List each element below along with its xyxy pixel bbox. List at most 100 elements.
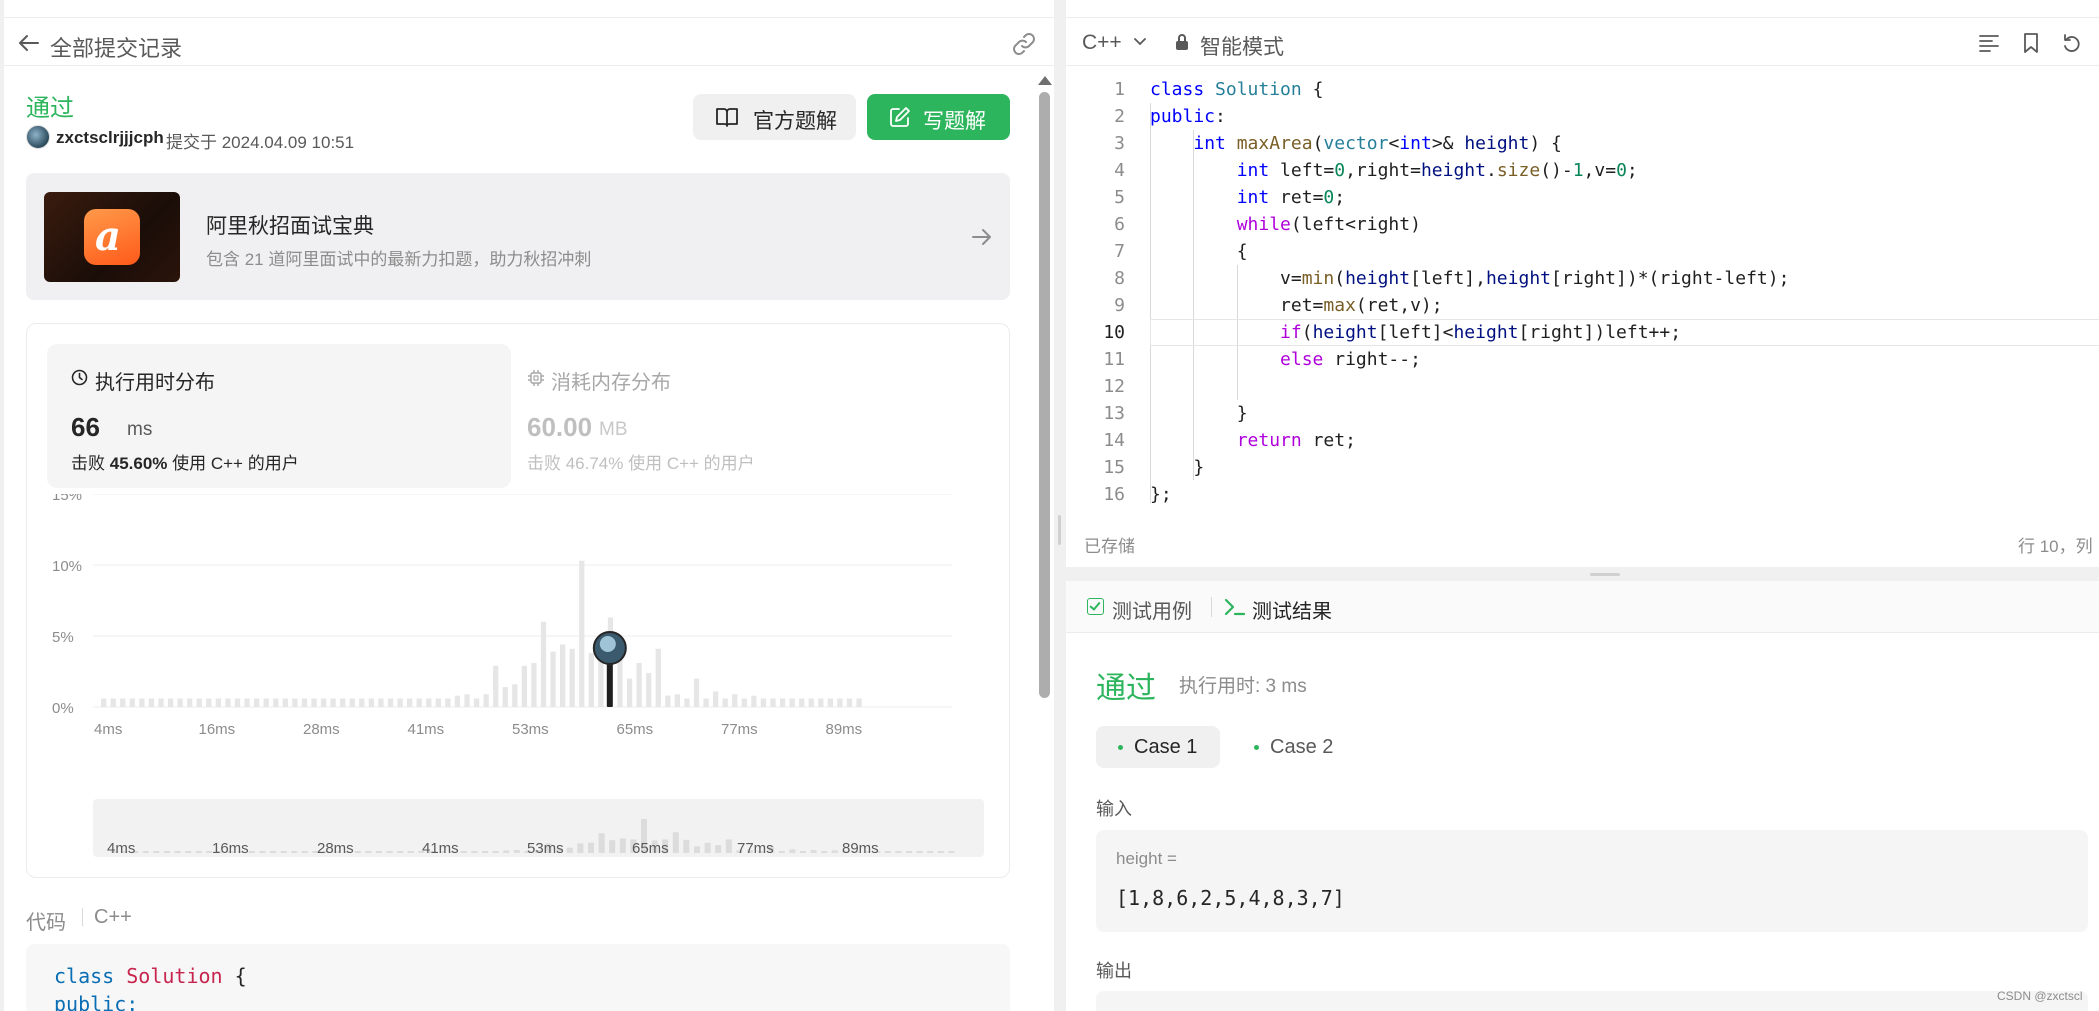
test-tabs: 测试用例 测试结果	[1066, 581, 2099, 633]
x-tick-label: 65ms	[617, 721, 654, 738]
memory-beat-text: 击败 46.74% 使用 C++ 的用户	[527, 454, 755, 473]
chart-bar	[713, 691, 719, 707]
submission-panel: 全部提交记录 通过 zxctsclrjjjcph 提交于 2024.04.09 …	[4, 0, 1054, 1011]
performance-card: 执行用时分布 66 ms 击败 45.60% 使用 C++ 的用户 消耗内存分布…	[26, 323, 1010, 878]
code-line: 9 ret=max(ret,v);	[1114, 295, 1443, 316]
tab-test-cases[interactable]: 测试用例	[1112, 595, 1192, 624]
mini-bar	[354, 851, 361, 853]
reset-icon[interactable]	[2061, 32, 2083, 54]
x-tick-label: 53ms	[512, 721, 549, 738]
mini-bar	[906, 851, 912, 853]
mini-bar	[937, 851, 944, 853]
runtime-distribution-chart[interactable]: 15% 10% 5% 0% 4ms 16ms 28ms 41ms 53ms 65ms 77ms 89m…	[27, 494, 1011, 784]
chart-bar	[646, 672, 652, 707]
chart-bar	[407, 698, 413, 707]
chart-bar	[760, 698, 767, 707]
chevron-down-icon[interactable]	[1132, 34, 1148, 50]
scroll-up-arrow[interactable]	[1038, 76, 1052, 85]
mini-bar	[397, 851, 404, 853]
checkbox-icon	[1087, 598, 1104, 615]
chart-bar	[378, 698, 384, 707]
format-code-icon[interactable]	[1978, 32, 2000, 54]
editor-tab-strip	[1066, 0, 2099, 18]
mini-x-tick-label: 16ms	[212, 840, 249, 857]
horizontal-split-handle[interactable]	[1590, 573, 1620, 576]
mini-bar	[683, 839, 690, 853]
submission-status: 通过	[26, 95, 74, 122]
code-editor[interactable]: 1 class Solution { 2 public: 3 int maxArea…	[1066, 76, 2099, 516]
chart-bar	[703, 698, 709, 707]
chart-bar	[426, 698, 432, 707]
smart-mode-toggle[interactable]: 智能模式	[1200, 31, 1284, 61]
scrollbar-thumb[interactable]	[1039, 92, 1050, 698]
code-line: 11 else right--;	[1103, 349, 1421, 370]
memory-distribution-tab[interactable]: 消耗内存分布 60.00 MB 击败 46.74% 使用 C++ 的用户	[527, 344, 967, 488]
chart-bar	[359, 698, 365, 707]
chart-bar	[301, 698, 308, 707]
promo-title: 阿里秋招面试宝典	[206, 215, 374, 238]
submitter-username[interactable]: zxctsclrjjjcph	[56, 128, 164, 148]
mini-bar	[153, 851, 160, 853]
write-solution-button[interactable]: 写题解	[867, 94, 1010, 140]
mini-bar	[884, 851, 891, 853]
mini-bar	[715, 845, 722, 853]
back-arrow-icon[interactable]	[16, 30, 42, 56]
chart-bar	[789, 698, 795, 707]
chart-bar	[196, 698, 202, 707]
x-tick-label: 4ms	[94, 721, 122, 738]
vertical-split-handle[interactable]	[1058, 515, 1061, 545]
mini-bar	[259, 851, 266, 853]
chart-bar	[225, 698, 231, 707]
x-tick-label: 77ms	[721, 721, 758, 738]
chart-bar	[167, 698, 174, 707]
code-line: 1 class Solution {	[1114, 79, 1324, 100]
chart-bar	[722, 698, 728, 707]
chart-bar	[445, 698, 451, 707]
code-line: 13 }	[1103, 403, 1248, 424]
chart-bar	[206, 698, 212, 707]
mini-bar	[195, 851, 202, 853]
tab-test-result[interactable]: 测试结果	[1252, 595, 1332, 624]
runtime-beat-text: 击败 45.60% 使用 C++ 的用户	[71, 454, 299, 473]
submission-time: 提交于 2024.04.09 10:51	[166, 133, 355, 152]
chart-bar	[349, 698, 355, 707]
alibaba-logo: a	[44, 192, 180, 282]
chart-bar	[187, 698, 193, 707]
avatar[interactable]	[26, 125, 50, 149]
mini-bar	[503, 850, 510, 853]
chart-bar	[512, 684, 518, 707]
official-solution-button[interactable]: 官方题解	[693, 94, 856, 140]
promo-card[interactable]: a 阿里秋招面试宝典 包含 21 道阿里面试中的最新力扣题，助力秋招冲刺	[26, 173, 1010, 300]
share-link-icon[interactable]	[1010, 30, 1038, 58]
case-2-button[interactable]: Case 2	[1232, 726, 1356, 768]
input-value: [1,8,6,2,5,4,8,3,7]	[1116, 886, 1345, 910]
horizontal-split-divider[interactable]	[1066, 567, 2099, 581]
result-status: 通过	[1096, 672, 1156, 705]
chart-bar	[579, 560, 585, 707]
clock-icon	[71, 369, 88, 386]
chart-bar	[464, 694, 470, 707]
mini-bar	[821, 851, 828, 853]
input-label: 输入	[1096, 799, 1132, 819]
code-line: 4 int left=0,right=height.size()-1,v=0;	[1114, 160, 1638, 181]
y-tick-label: 5%	[52, 629, 74, 646]
mini-x-tick-label: 28ms	[317, 840, 354, 857]
mini-bar	[482, 851, 488, 853]
language-select[interactable]: C++	[1082, 31, 1122, 55]
chart-bar	[387, 698, 394, 707]
code-line: public:	[54, 992, 139, 1011]
mini-bar	[280, 851, 287, 853]
memory-title: 消耗内存分布	[551, 372, 671, 394]
case-1-button[interactable]: Case 1	[1096, 726, 1220, 768]
all-submissions-link[interactable]: 全部提交记录	[50, 31, 182, 63]
chart-bar	[521, 665, 528, 707]
mini-bar	[948, 851, 955, 853]
chart-bar	[531, 662, 537, 707]
mini-bar	[694, 846, 700, 853]
bookmark-icon[interactable]	[2021, 32, 2041, 54]
chart-range-slider[interactable]: 4ms 16ms 28ms 41ms 53ms 65ms 77ms 89ms	[93, 799, 984, 857]
mini-bar	[704, 842, 711, 853]
code-line: 8 v=min(height[left],height[right])*(rig…	[1114, 268, 1790, 289]
vertical-split-divider[interactable]	[1054, 0, 1066, 1011]
runtime-distribution-tab[interactable]: 执行用时分布 66 ms 击败 45.60% 使用 C++ 的用户	[47, 344, 511, 488]
